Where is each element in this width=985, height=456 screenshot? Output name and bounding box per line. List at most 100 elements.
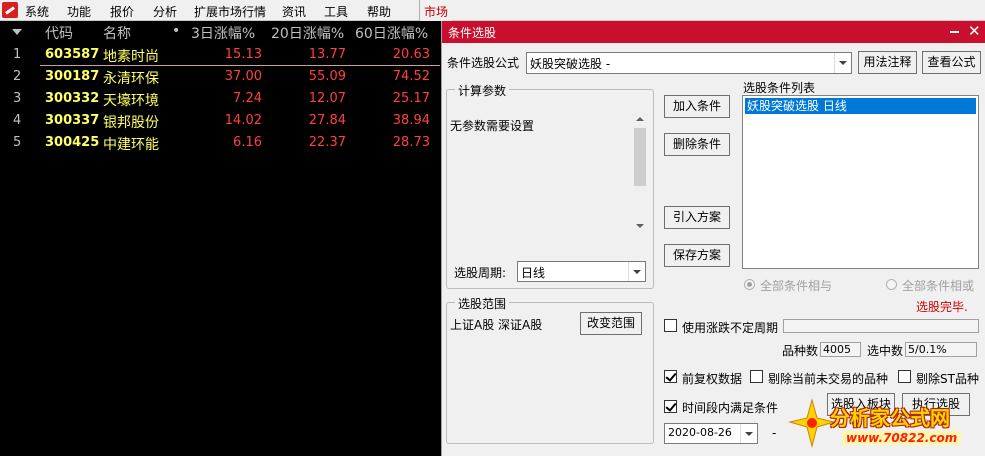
change-3day: 14.02 [224, 113, 262, 128]
selected-count-label: 选中数 [867, 344, 904, 358]
usage-notes-button[interactable]: 用法注释 [858, 51, 917, 74]
period-select[interactable]: 日线 [517, 261, 646, 282]
stock-name: 银邦股份 [103, 115, 159, 131]
formula-label: 条件选股公式 [447, 56, 520, 70]
menu-help[interactable]: 帮助 [367, 3, 391, 20]
change-60day: 20.63 [392, 47, 430, 62]
chevron-down-icon[interactable] [740, 424, 757, 443]
change-3day: 6.16 [233, 135, 262, 150]
stock-code: 300187 [45, 69, 100, 84]
date-from-picker[interactable]: 2020-08-26 [664, 423, 758, 444]
change-3day: 7.24 [233, 91, 262, 106]
period-satisfy-label: 时间段内满足条件 [682, 401, 779, 415]
stock-code: 300425 [45, 135, 100, 150]
chevron-down-icon[interactable] [834, 53, 851, 73]
menu-system[interactable]: 系统 [25, 3, 49, 20]
app-logo-icon[interactable] [2, 2, 18, 18]
stock-name: 天壕环境 [103, 93, 159, 109]
header-3day-change[interactable]: 3日涨幅% [191, 23, 255, 43]
params-group-title: 计算参数 [455, 82, 510, 99]
radio-all-and[interactable] [744, 279, 755, 290]
table-row[interactable]: 2 300187 永清环保 37.00 55.09 74.52 [0, 66, 440, 88]
scroll-down-icon[interactable] [636, 224, 644, 228]
scroll-thumb[interactable] [634, 128, 646, 186]
range-group-title: 选股范围 [455, 295, 510, 312]
chevron-down-icon[interactable] [628, 262, 645, 281]
row-index: 2 [13, 69, 22, 84]
import-plan-button[interactable]: 引入方案 [664, 206, 730, 229]
uncertain-period-checkbox[interactable] [664, 319, 677, 332]
row-index: 1 [13, 47, 22, 62]
exclude-st-checkbox[interactable] [898, 370, 911, 383]
date-from-value: 2020-08-26 [668, 426, 732, 439]
count-value: 4005 [820, 342, 861, 357]
params-scrollbar[interactable] [632, 112, 648, 234]
uncertain-period-label: 使用涨跌不定周期 [682, 321, 779, 335]
status-text: 选股完毕. [916, 300, 968, 314]
menu-analysis[interactable]: 分析 [153, 3, 177, 20]
condition-list-item[interactable]: 妖股突破选股 日线 [745, 98, 976, 114]
table-header: 代码 名称 • 3日涨幅% 20日涨幅% 60日涨幅% [0, 21, 440, 43]
exclude-st-label: 剔除ST品种 [916, 372, 979, 386]
table-row[interactable]: 3 300332 天壕环境 7.24 12.07 25.17 [0, 88, 440, 110]
condition-list-label: 选股条件列表 [743, 81, 816, 95]
menu-tools[interactable]: 工具 [324, 3, 348, 20]
change-60day: 28.73 [392, 135, 430, 150]
stock-table: 代码 名称 • 3日涨幅% 20日涨幅% 60日涨幅% 1 603587 地素时… [0, 21, 440, 456]
prev-adjust-checkbox[interactable] [664, 370, 677, 383]
range-group: 选股范围 上证A股 深证A股 改变范围 [446, 295, 654, 444]
view-formula-button[interactable]: 查看公式 [922, 51, 981, 74]
change-3day: 15.13 [224, 47, 262, 62]
radio-all-and-label: 全部条件相与 [760, 279, 833, 293]
menu-news[interactable]: 资讯 [282, 3, 306, 20]
condition-list[interactable]: 妖股突破选股 日线 [742, 95, 979, 269]
period-select-value: 日线 [521, 266, 546, 280]
header-code[interactable]: 代码 [45, 23, 73, 43]
header-dot: • [172, 23, 181, 39]
table-row[interactable]: 4 300337 银邦股份 14.02 27.84 38.94 [0, 110, 440, 132]
formula-select[interactable]: 妖股突破选股 - [526, 52, 852, 74]
stock-name: 地素时尚 [103, 49, 159, 65]
stock-code: 603587 [45, 47, 100, 62]
params-text: 无参数需要设置 [450, 119, 535, 133]
menu-market[interactable]: 市场 [419, 0, 453, 21]
menu-function[interactable]: 功能 [67, 3, 91, 20]
change-20day: 22.37 [308, 135, 346, 150]
date-separator: - [772, 426, 777, 440]
row-index: 5 [13, 135, 22, 150]
change-range-button[interactable]: 改变范围 [580, 312, 642, 335]
stock-name: 永清环保 [103, 71, 159, 87]
header-name[interactable]: 名称 [103, 23, 131, 43]
stock-code: 300337 [45, 113, 100, 128]
delete-condition-button[interactable]: 删除条件 [664, 133, 730, 156]
range-text: 上证A股 深证A股 [450, 318, 543, 332]
scroll-up-icon[interactable] [636, 117, 644, 121]
row-index: 3 [13, 91, 22, 106]
stock-screener-dialog: 条件选股 ✕ 条件选股公式 妖股突破选股 - 用法注释 查看公式 计算参数 无参… [441, 21, 985, 456]
minimize-icon[interactable] [950, 31, 959, 33]
dialog-titlebar[interactable]: 条件选股 ✕ [442, 21, 985, 43]
save-plan-button[interactable]: 保存方案 [664, 244, 730, 267]
table-row[interactable]: 1 603587 地素时尚 15.13 13.77 20.63 [0, 44, 440, 66]
radio-all-or[interactable] [886, 279, 897, 290]
period-satisfy-checkbox[interactable] [664, 400, 677, 413]
period-label: 选股周期: [454, 266, 507, 280]
menu-bar: 系统 功能 报价 分析 扩展市场行情 资讯 工具 帮助 市场 [0, 0, 985, 21]
menu-quote[interactable]: 报价 [110, 3, 134, 20]
menu-extended-market[interactable]: 扩展市场行情 [194, 3, 266, 20]
table-row[interactable]: 5 300425 中建环能 6.16 22.37 28.73 [0, 132, 440, 154]
change-3day: 37.00 [224, 69, 262, 84]
sort-down-icon[interactable] [12, 29, 22, 35]
selected-count-value: 5/0.1% [905, 342, 977, 357]
change-20day: 13.77 [308, 47, 346, 62]
watermark-logo: 分析家公式网 www.70822.com [786, 396, 982, 454]
uncertain-period-field [783, 319, 979, 333]
add-condition-button[interactable]: 加入条件 [664, 95, 730, 118]
prev-adjust-label: 前复权数据 [682, 372, 743, 386]
count-label: 品种数 [782, 344, 819, 358]
dialog-title: 条件选股 [448, 26, 497, 40]
header-60day-change[interactable]: 60日涨幅% [355, 23, 428, 43]
close-icon[interactable]: ✕ [968, 22, 981, 40]
header-20day-change[interactable]: 20日涨幅% [271, 23, 344, 43]
exclude-untraded-checkbox[interactable] [750, 370, 763, 383]
